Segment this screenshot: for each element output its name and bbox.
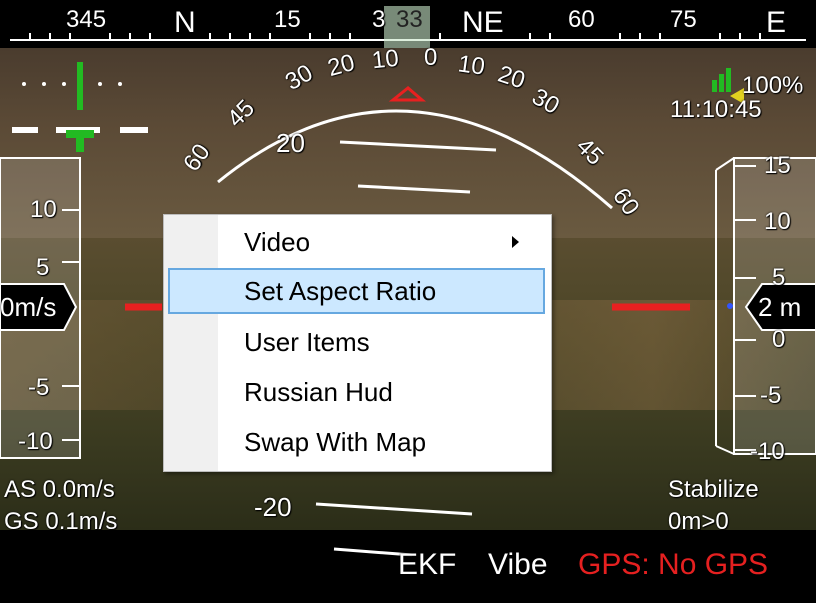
- menu-item-set-aspect-ratio[interactable]: Set Aspect Ratio: [168, 268, 545, 314]
- heading-label-3: 3: [372, 6, 386, 33]
- heading-label-75: 75: [670, 6, 697, 33]
- heading-label-15: 15: [274, 6, 301, 33]
- context-menu: Video Set Aspect Ratio User Items Russia…: [163, 214, 552, 472]
- menu-item-russian-hud-label: Russian Hud: [244, 377, 393, 407]
- gps-status[interactable]: GPS: No GPS: [578, 548, 768, 582]
- airspeed-readout: AS 0.0m/s: [4, 476, 115, 503]
- menu-item-video-label: Video: [244, 227, 311, 257]
- speed-readout: 0m/s: [0, 292, 57, 322]
- alt-label-10: 10: [764, 208, 791, 235]
- groundspeed-readout: GS 0.1m/s: [4, 508, 118, 535]
- roll-pointer: [388, 86, 427, 102]
- speed-label-10: 10: [30, 196, 57, 223]
- menu-item-user-items-label: User Items: [244, 327, 370, 357]
- alt-label-15: 15: [764, 152, 791, 179]
- alt-label-minus-5: -5: [760, 382, 782, 409]
- menu-item-swap-with-map[interactable]: Swap With Map: [168, 419, 545, 465]
- roll-label-10-right: 10: [456, 50, 487, 81]
- clock-time: 11:10:45: [670, 96, 762, 123]
- pitch-label-minus-20: -20: [254, 492, 292, 522]
- roll-label-10-left: 10: [370, 44, 400, 75]
- menu-item-user-items[interactable]: User Items: [168, 319, 545, 365]
- heading-label-ne: NE: [462, 6, 504, 39]
- speed-label-5: 5: [36, 254, 50, 281]
- heading-label-60: 60: [568, 6, 595, 33]
- roll-label-0: 0: [424, 44, 438, 71]
- ekf-status[interactable]: EKF: [398, 548, 456, 582]
- pitch-label-20: 20: [276, 128, 305, 158]
- roll-arc: [217, 109, 613, 210]
- heading-label-33: 33: [396, 6, 423, 33]
- flight-mode: Stabilize: [668, 476, 759, 503]
- menu-item-swap-with-map-label: Swap With Map: [244, 427, 427, 457]
- vibe-status[interactable]: Vibe: [488, 548, 548, 582]
- heading-label-345: 345: [66, 6, 107, 33]
- submenu-arrow-icon: [512, 236, 519, 248]
- heading-label-e: E: [766, 6, 787, 39]
- alt-label-minus-10: -10: [750, 438, 785, 465]
- alt-label-5: 5: [772, 264, 786, 291]
- speed-label-minus-5: -5: [28, 374, 50, 401]
- speed-label-minus-10: -10: [18, 428, 53, 455]
- alt-label-0: 0: [772, 326, 786, 353]
- altitude-readout: 2 m: [758, 292, 802, 322]
- menu-item-russian-hud[interactable]: Russian Hud: [168, 369, 545, 415]
- menu-item-set-aspect-ratio-label: Set Aspect Ratio: [244, 276, 437, 306]
- home-distance: 0m>0: [668, 508, 729, 535]
- menu-item-video[interactable]: Video: [168, 219, 545, 265]
- heading-label-n: N: [174, 6, 196, 39]
